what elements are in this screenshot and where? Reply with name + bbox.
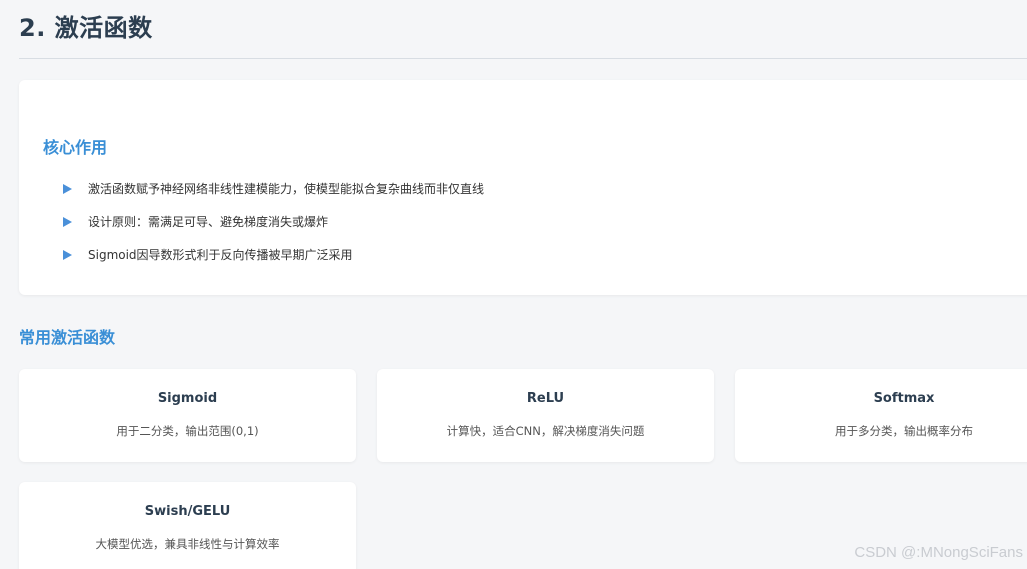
core-role-list: 激活函数赋予神经网络非线性建模能力，使模型能拟合复杂曲线而非仅直线 设计原则：需…	[63, 172, 484, 271]
function-card-softmax: Softmax 用于多分类，输出概率分布	[735, 369, 1027, 462]
function-card-swish-gelu: Swish/GELU 大模型优选，兼具非线性与计算效率	[19, 482, 356, 569]
function-description: 用于多分类，输出概率分布	[835, 424, 973, 438]
page-title: 2. 激活函数	[19, 14, 153, 42]
function-description: 大模型优选，兼具非线性与计算效率	[95, 537, 280, 551]
list-item: 设计原则：需满足可导、避免梯度消失或爆炸	[63, 205, 484, 238]
function-description: 计算快，适合CNN，解决梯度消失问题	[446, 424, 645, 438]
list-item-text: Sigmoid因导数形式利于反向传播被早期广泛采用	[88, 248, 353, 262]
triangle-bullet-icon	[63, 216, 72, 227]
list-item-text: 激活函数赋予神经网络非线性建模能力，使模型能拟合复杂曲线而非仅直线	[88, 182, 485, 196]
triangle-bullet-icon	[63, 249, 72, 260]
triangle-bullet-icon	[63, 183, 72, 194]
function-name: Sigmoid	[157, 391, 218, 406]
function-name: ReLU	[526, 391, 565, 406]
function-description: 用于二分类，输出范围(0,1)	[116, 424, 259, 438]
core-role-card: 核心作用 激活函数赋予神经网络非线性建模能力，使模型能拟合复杂曲线而非仅直线 设…	[19, 80, 1027, 295]
core-role-heading: 核心作用	[43, 138, 108, 157]
list-item: 激活函数赋予神经网络非线性建模能力，使模型能拟合复杂曲线而非仅直线	[63, 172, 484, 205]
watermark: CSDN @:MNongSciFans	[854, 544, 1023, 561]
title-divider	[19, 58, 1027, 59]
function-name: Softmax	[873, 391, 935, 406]
common-functions-heading: 常用激活函数	[19, 328, 116, 347]
function-card-sigmoid: Sigmoid 用于二分类，输出范围(0,1)	[19, 369, 356, 462]
list-item-text: 设计原则：需满足可导、避免梯度消失或爆炸	[88, 215, 329, 229]
function-name: Swish/GELU	[144, 504, 231, 519]
function-card-relu: ReLU 计算快，适合CNN，解决梯度消失问题	[377, 369, 714, 462]
list-item: Sigmoid因导数形式利于反向传播被早期广泛采用	[63, 238, 484, 271]
